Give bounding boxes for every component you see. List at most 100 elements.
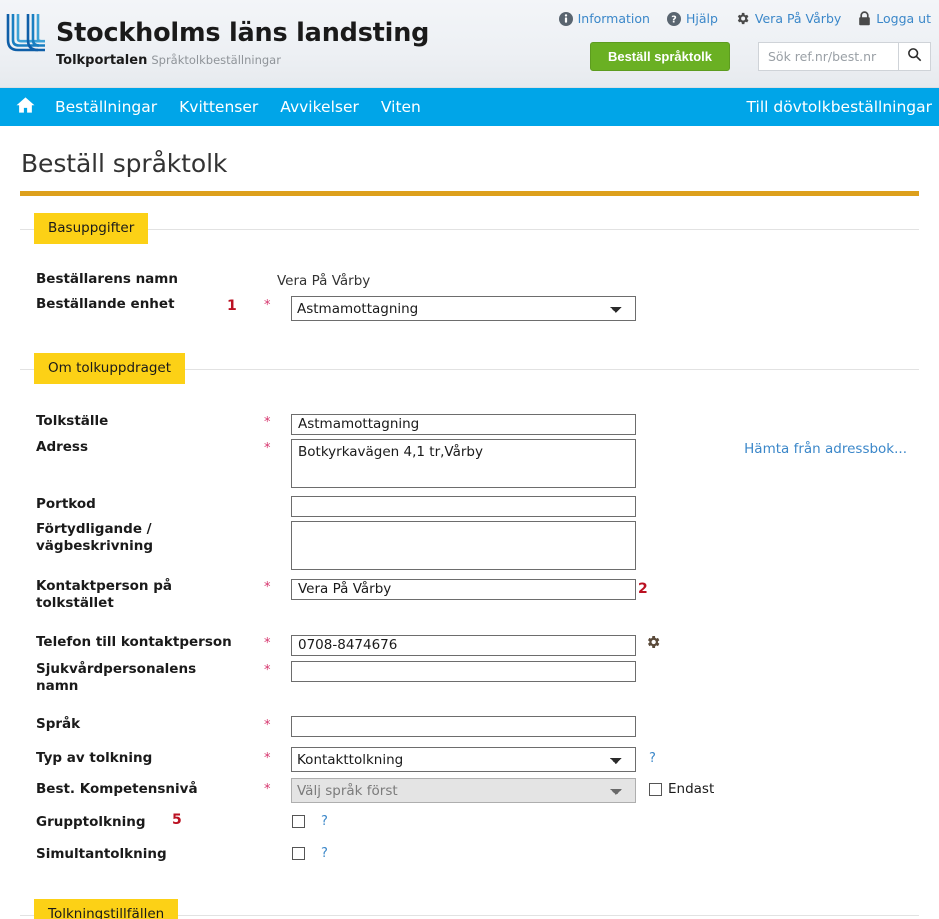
top-link-hjalp[interactable]: ? Hjälp (666, 11, 718, 26)
ordering-unit-select[interactable]: Astmamottagning (291, 296, 636, 321)
field-row-ordering-unit: Beställande enhet 1 * Astmamottagning (20, 296, 919, 321)
sprak-input[interactable] (291, 716, 636, 737)
field-control-telefon (280, 634, 660, 656)
endast-checkbox[interactable] (649, 783, 662, 796)
section-header: Basuppgifter (20, 213, 919, 246)
order-interpreter-button[interactable]: Beställ språktolk (589, 42, 730, 71)
telefon-gear-icon[interactable] (645, 634, 661, 654)
kontaktperson-input[interactable] (291, 578, 636, 600)
field-row-adress: Adress * Botkyrkavägen 4,1 tr,Vårby (20, 438, 919, 492)
search-icon (907, 47, 922, 66)
annotation-number-1: 1 (227, 298, 237, 314)
nav-item-bestallningar[interactable]: Beställningar (44, 88, 168, 126)
field-control-tolkstalle (280, 413, 636, 435)
tolkstalle-input[interactable] (291, 413, 636, 435)
search-input[interactable] (758, 42, 898, 71)
annotation-number-2: 2 (638, 581, 648, 597)
endast-checkbox-wrap: Endast (636, 778, 714, 801)
section-tolkningstillfallen: Tolkningstillfällen (20, 899, 919, 919)
adress-textarea[interactable]: Botkyrkavägen 4,1 tr,Vårby (291, 438, 636, 488)
gear-icon (735, 11, 750, 26)
typ-av-tolkning-select[interactable]: Kontakttolkning (291, 747, 636, 772)
field-label-tolkstalle: Tolkställe (36, 413, 109, 429)
field-label-kompetensniva: Best. Kompetensnivå (36, 781, 198, 797)
field-row-telefon: Telefon till kontaktperson * (20, 634, 919, 656)
typ-av-tolkning-help-icon[interactable]: ? (636, 747, 656, 770)
help-icon: ? (666, 11, 681, 26)
fortydligande-textarea[interactable] (291, 521, 636, 570)
header-action-bar: Beställ språktolk (589, 42, 931, 71)
logo-block: Stockholms läns landsting Tolkportalen Sp… (4, 10, 429, 68)
nav-item-viten[interactable]: Viten (370, 88, 432, 126)
app-root: Stockholms läns landsting Tolkportalen Sp… (0, 0, 939, 919)
top-link-label: Vera På Vårby (754, 11, 842, 26)
required-star-sjukvardpersonal: * (264, 662, 271, 678)
field-label-adress: Adress (36, 438, 88, 455)
field-label-kontaktperson: Kontaktperson på tolkstället (36, 578, 172, 611)
required-star-tolkstalle: * (264, 415, 271, 430)
main-navbar: Beställningar Kvittenser Avvikelser Vite… (0, 88, 939, 126)
info-icon (558, 11, 573, 26)
simultantolkning-help-icon[interactable]: ? (321, 846, 328, 861)
title-divider (20, 191, 919, 196)
required-star-telefon: * (264, 636, 271, 651)
section-divider (20, 229, 919, 230)
top-link-user[interactable]: Vera På Vårby (735, 11, 841, 26)
nav-item-kvittenser[interactable]: Kvittenser (168, 88, 269, 126)
grupptolkning-checkbox[interactable] (292, 815, 305, 828)
field-label-fortydligande: Förtydligande / vägbeskrivning (36, 521, 154, 554)
field-label-grupptolkning: Grupptolkning (36, 814, 146, 830)
page-header: Stockholms läns landsting Tolkportalen Sp… (0, 0, 939, 88)
brand-sub-light: Språktolkbeställningar (151, 52, 281, 67)
brand-title: Stockholms läns landsting (56, 18, 430, 48)
top-link-label: Information (577, 11, 650, 26)
field-row-orderer-name: Beställarens namn Vera På Vårby (20, 271, 919, 291)
field-row-typ-av-tolkning: Typ av tolkning * Kontakttolkning ? (20, 747, 919, 772)
field-control-kompetensniva: Välj språk först (280, 778, 636, 803)
svg-text:?: ? (671, 14, 677, 25)
nav-home-button[interactable] (6, 88, 44, 126)
nav-link-dovtolkbestallningar[interactable]: Till dövtolkbeställningar (747, 88, 932, 126)
field-control-portkod (280, 496, 636, 517)
search-button[interactable] (898, 42, 931, 71)
field-label-telefon: Telefon till kontaktperson (36, 634, 232, 650)
top-link-logout[interactable]: Logga ut (858, 11, 931, 26)
nav-item-avvikelser[interactable]: Avvikelser (269, 88, 370, 126)
kompetensniva-select[interactable]: Välj språk först (291, 778, 636, 803)
section-om-tolkuppdraget: Om tolkuppdraget Tolkställe * Hämta från… (20, 353, 919, 863)
section-tab-tolkningstillfallen[interactable]: Tolkningstillfällen (34, 899, 179, 919)
section-tab-basuppgifter[interactable]: Basuppgifter (34, 213, 149, 244)
field-control-simultantolkning: ? (280, 846, 328, 861)
field-label-typ-av-tolkning: Typ av tolkning (36, 750, 153, 766)
portkod-input[interactable] (291, 496, 636, 517)
required-star-typ: * (264, 751, 271, 766)
sjukvardpersonal-input[interactable] (291, 661, 636, 682)
required-star-kompetensniva: * (264, 782, 271, 797)
top-link-information[interactable]: Information (558, 11, 650, 26)
field-row-kompetensniva: Best. Kompetensnivå * Välj språk först E… (20, 778, 919, 803)
required-star-adress: * (264, 440, 271, 456)
top-link-label: Hjälp (685, 11, 718, 26)
field-control-grupptolkning: ? (280, 814, 328, 829)
required-star-sprak: * (264, 717, 271, 733)
field-label-portkod: Portkod (36, 495, 96, 512)
annotation-number-5: 5 (172, 812, 182, 828)
grupptolkning-help-icon[interactable]: ? (321, 814, 328, 829)
field-control-fortydligande (280, 521, 636, 574)
field-control-kontaktperson (280, 578, 636, 600)
brand-sub-bold: Tolkportalen (56, 52, 148, 68)
required-star-kontaktperson: * (264, 580, 271, 595)
home-icon (16, 96, 35, 118)
lock-icon (858, 11, 871, 26)
section-tab-om-tolkuppdraget[interactable]: Om tolkuppdraget (34, 353, 186, 384)
section-basuppgifter: Basuppgifter Beställarens namn Vera På V… (20, 213, 919, 321)
telefon-input[interactable] (291, 634, 636, 656)
field-label-sprak: Språk (36, 715, 81, 732)
field-control-typ-av-tolkning: Kontakttolkning (280, 747, 636, 772)
simultantolkning-checkbox[interactable] (292, 847, 305, 860)
field-row-kontaktperson: Kontaktperson på tolkstället * 2 (20, 578, 919, 612)
field-row-simultantolkning: Simultantolkning ? (20, 846, 919, 863)
field-value-orderer-name: Vera På Vårby (277, 273, 371, 289)
field-row-sprak: Språk * (20, 715, 919, 737)
field-row-sjukvardpersonal: Sjukvårdpersonalens namn * (20, 661, 919, 695)
